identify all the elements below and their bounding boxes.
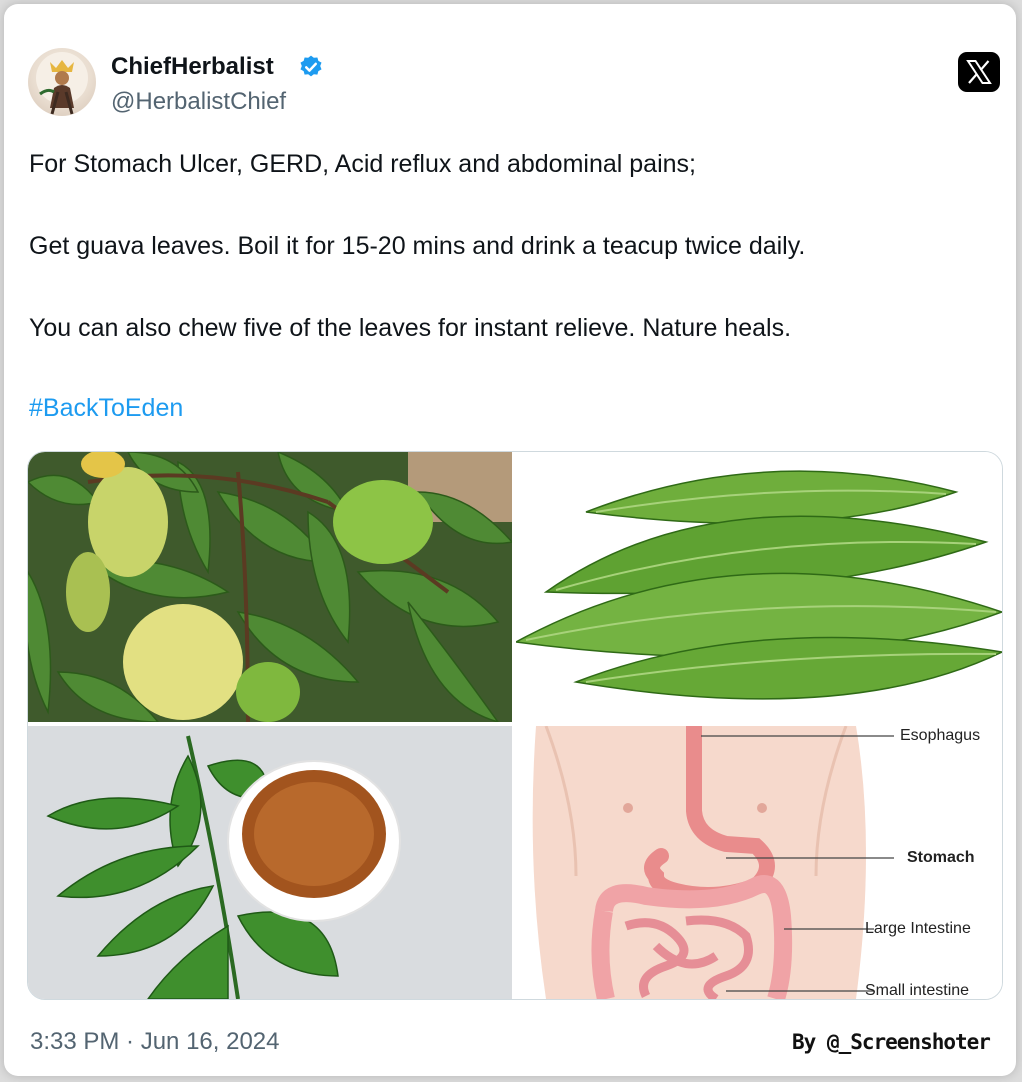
- label-esophagus: Esophagus: [900, 727, 981, 744]
- tweet-text-line-3: You can also chew five of the leaves for…: [29, 314, 792, 342]
- tweet-text-line-2: Get guava leaves. Boil it for 15-20 mins…: [29, 232, 806, 260]
- tweet-card: ChiefHerbalist @HerbalistChief For Stoma…: [4, 4, 1016, 1076]
- avatar[interactable]: [28, 48, 96, 116]
- label-stomach: Stomach: [907, 849, 975, 866]
- photo-guava-leaves[interactable]: [516, 452, 1002, 722]
- verified-badge-icon: [300, 55, 322, 77]
- tweet-text-line-1: For Stomach Ulcer, GERD, Acid reflux and…: [29, 150, 696, 178]
- hashtag-link[interactable]: #BackToEden: [29, 394, 183, 423]
- media-grid: Esophagus Stomach Large Intestine Small …: [27, 451, 1003, 1000]
- diagram-digestive-system[interactable]: Esophagus Stomach Large Intestine Small …: [516, 726, 1002, 999]
- label-large-intestine: Large Intestine: [865, 920, 971, 937]
- watermark-credit: By @_Screenshoter: [792, 1030, 991, 1054]
- photo-guava-tea[interactable]: [28, 726, 512, 999]
- tweet-timestamp[interactable]: 3:33 PM · Jun 16, 2024: [30, 1028, 280, 1056]
- label-small-intestine: Small intestine: [865, 982, 970, 999]
- author-handle[interactable]: @HerbalistChief: [111, 88, 286, 116]
- author-name[interactable]: ChiefHerbalist: [111, 53, 274, 81]
- x-logo-icon[interactable]: [958, 52, 1000, 92]
- photo-guava-fruits[interactable]: [28, 452, 512, 722]
